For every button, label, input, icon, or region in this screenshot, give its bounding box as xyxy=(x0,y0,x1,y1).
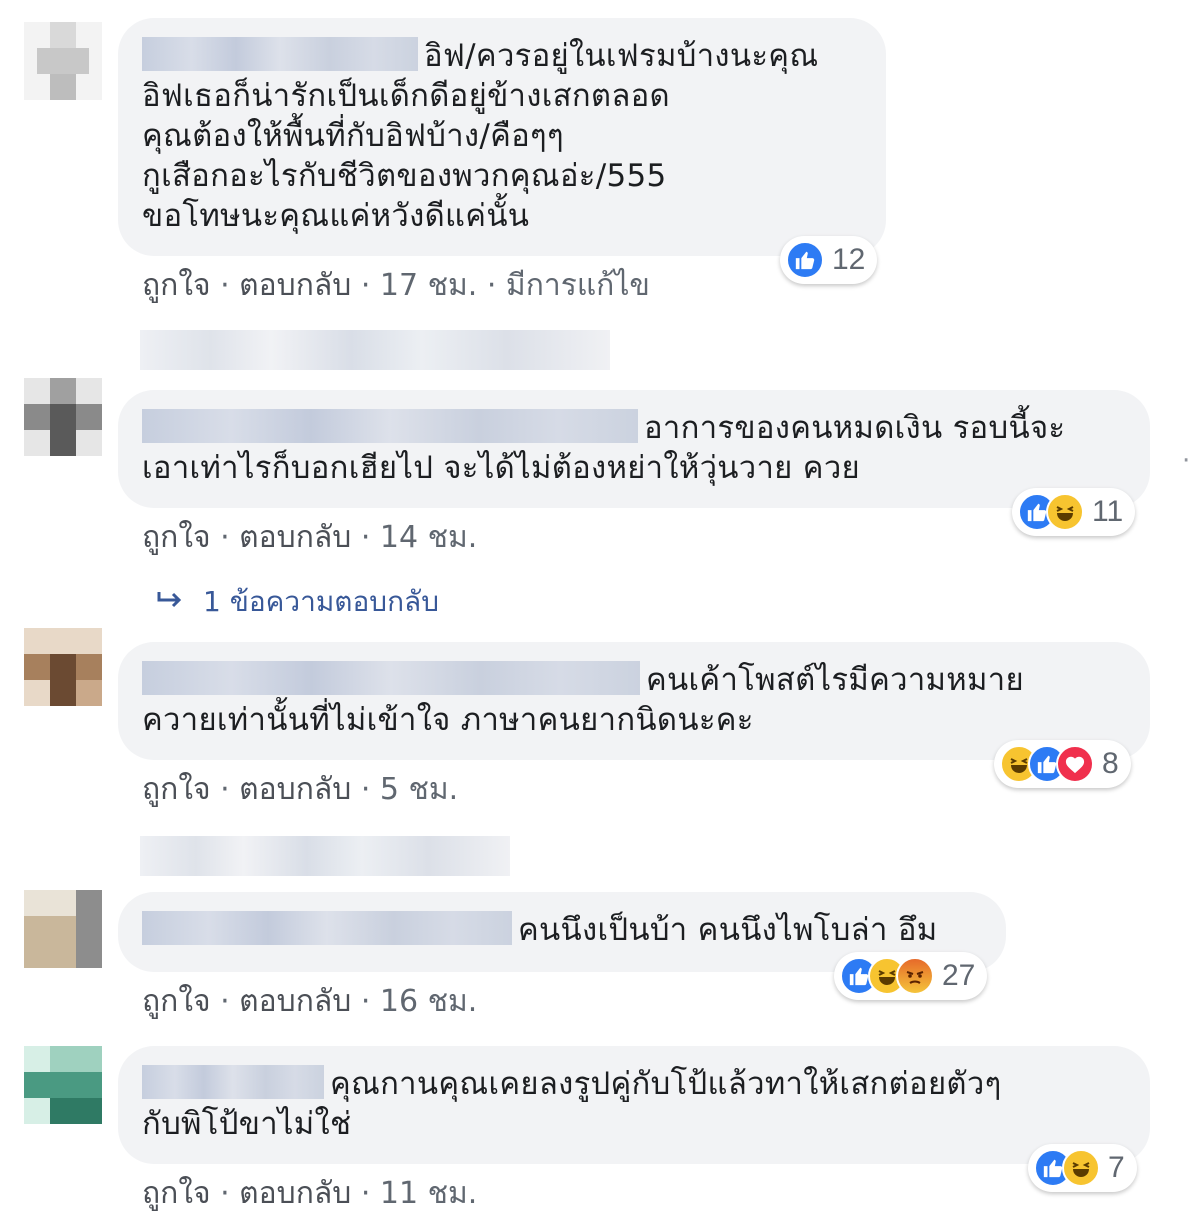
comment-bubble: อาการของคนหมดเงิน รอบนี้จะ เอาเท่าไรก็บอ… xyxy=(118,390,1150,508)
reaction-summary[interactable]: 8 xyxy=(994,740,1131,788)
separator: · xyxy=(351,772,380,807)
comment-bubble: คนเค้าโพสต์ไรมีความหมาย ควายเท่านั้นที่ไ… xyxy=(118,642,1150,760)
separator: · xyxy=(210,268,240,303)
comment-actions: ถูกใจ · ตอบกลับ · 17 ชม. · มีการแก้ไข xyxy=(142,262,650,309)
timestamp[interactable]: 14 ชม. xyxy=(380,520,477,555)
comment-actions: ถูกใจ · ตอบกลับ · 14 ชม. xyxy=(142,514,477,561)
separator: · xyxy=(210,984,240,1019)
reaction-count: 7 xyxy=(1108,1151,1125,1184)
reply-arrow-icon xyxy=(155,585,185,614)
timestamp[interactable]: 16 ชม. xyxy=(380,984,477,1019)
like-link[interactable]: ถูกใจ xyxy=(142,520,211,555)
separator: · xyxy=(351,984,380,1019)
separator: · xyxy=(210,520,240,555)
comment-actions: ถูกใจ · ตอบกลับ · 16 ชม. xyxy=(142,978,477,1025)
commenter-name-blurred[interactable] xyxy=(142,661,640,695)
reaction-summary[interactable]: 7 xyxy=(1028,1144,1137,1192)
blurred-content xyxy=(140,330,610,370)
timestamp[interactable]: 11 ชม. xyxy=(380,1176,477,1211)
love-icon xyxy=(1056,745,1094,783)
commenter-name-blurred[interactable] xyxy=(142,1065,324,1099)
reply-link[interactable]: ตอบกลับ xyxy=(239,984,351,1019)
reaction-count: 12 xyxy=(832,243,866,276)
haha-icon xyxy=(1062,1149,1100,1187)
commenter-name-blurred[interactable] xyxy=(142,911,512,945)
reaction-count: 11 xyxy=(1092,495,1124,528)
separator: · xyxy=(477,268,506,303)
blurred-content xyxy=(140,836,510,876)
view-replies-link[interactable]: 1 ข้อความตอบกลับ xyxy=(155,580,439,614)
reply-link[interactable]: ตอบกลับ xyxy=(239,772,351,807)
separator: · xyxy=(210,772,240,807)
haha-icon xyxy=(1046,493,1084,531)
reaction-count: 8 xyxy=(1102,747,1119,780)
angry-icon xyxy=(896,957,934,995)
timestamp[interactable]: 5 ชม. xyxy=(380,772,458,807)
reaction-summary[interactable]: 27 xyxy=(834,952,988,1000)
comment-bubble: อิฟ/ควรอยู่ในเฟรมบ้างนะคุณ อิฟเธอก็น่ารั… xyxy=(118,18,886,256)
separator: · xyxy=(210,1176,240,1211)
reaction-summary[interactable]: 11 xyxy=(1012,488,1136,536)
separator: · xyxy=(351,520,380,555)
reply-link[interactable]: ตอบกลับ xyxy=(239,1176,351,1211)
separator: · xyxy=(351,268,380,303)
avatar[interactable] xyxy=(24,628,102,706)
avatar[interactable] xyxy=(24,378,102,456)
like-link[interactable]: ถูกใจ xyxy=(142,268,211,303)
like-link[interactable]: ถูกใจ xyxy=(142,984,211,1019)
commenter-name-blurred[interactable] xyxy=(142,409,638,443)
like-link[interactable]: ถูกใจ xyxy=(142,772,211,807)
comment-actions: ถูกใจ · ตอบกลับ · 5 ชม. xyxy=(142,766,458,813)
comment-actions: ถูกใจ · ตอบกลับ · 11 ชม. xyxy=(142,1170,477,1217)
comment-text: คนนึงเป็นบ้า คนนึงไพโบล่า อึม xyxy=(518,912,938,948)
avatar[interactable] xyxy=(24,1046,102,1124)
like-icon xyxy=(786,241,824,279)
edited-label[interactable]: มีการแก้ไข xyxy=(506,268,650,303)
comment-bubble: คุณกานคุณเคยลงรูปคู่กับโป้แล้วทาให้เสกต่… xyxy=(118,1046,1150,1164)
avatar[interactable] xyxy=(24,890,102,968)
avatar[interactable] xyxy=(24,22,102,100)
more-options-icon[interactable]: · xyxy=(1182,446,1190,476)
timestamp[interactable]: 17 ชม. xyxy=(380,268,477,303)
replies-count-label: 1 ข้อความตอบกลับ xyxy=(203,585,439,614)
commenter-name-blurred[interactable] xyxy=(142,37,418,71)
reaction-count: 27 xyxy=(942,959,976,992)
reply-link[interactable]: ตอบกลับ xyxy=(239,520,351,555)
separator: · xyxy=(351,1176,380,1211)
reaction-summary[interactable]: 12 xyxy=(780,236,878,284)
reply-link[interactable]: ตอบกลับ xyxy=(239,268,351,303)
like-link[interactable]: ถูกใจ xyxy=(142,1176,211,1211)
